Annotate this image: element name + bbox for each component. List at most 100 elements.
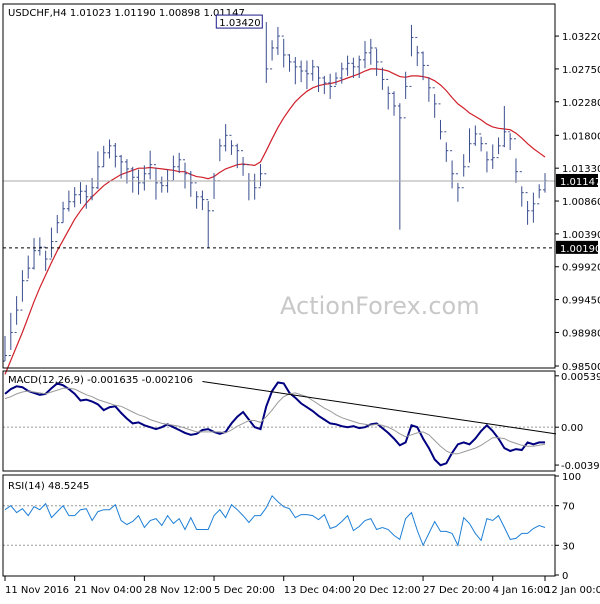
candle <box>55 215 60 243</box>
candle <box>519 171 524 207</box>
candle <box>252 173 257 200</box>
candle <box>543 173 547 193</box>
candle <box>8 312 13 357</box>
candle <box>275 26 280 55</box>
signal-line <box>4 387 546 455</box>
candle <box>142 165 147 191</box>
candle <box>473 125 478 146</box>
rsi-line <box>4 494 546 547</box>
price-y-tick-label: 1.00860 <box>562 197 600 208</box>
macd-panel: 0.005398 0.00 -0.003981 MACD(12,26,9) -0.0… <box>2 370 600 472</box>
x-tick-label: 4 Jan 16:00 <box>493 585 550 596</box>
candle <box>61 201 66 224</box>
x-tick-label: 12 Jan 00:00 <box>545 585 600 596</box>
candle <box>258 163 263 189</box>
macd-title: MACD(12,26,9) -0.001635 -0.002106 <box>8 375 193 386</box>
candle <box>107 139 112 159</box>
rsi-panel: 100 70 30 0 RSI(14) 48.5245 <box>2 472 581 582</box>
support-level-label: 1.00190 <box>560 244 600 255</box>
candle <box>467 128 472 168</box>
candle <box>287 54 292 72</box>
candle <box>490 144 495 169</box>
candle <box>496 137 501 159</box>
candle <box>66 190 71 212</box>
candle <box>531 192 536 223</box>
candle <box>148 150 153 180</box>
rsi-y-tick-label: 30 <box>562 541 575 552</box>
candle <box>241 150 246 176</box>
candle <box>316 66 321 92</box>
x-tick-label: 27 Dec 20:00 <box>423 585 490 596</box>
price-y-tick-label: 0.99450 <box>562 296 600 307</box>
candle <box>403 71 408 119</box>
macd-y-tick-label: 0.005398 <box>561 372 600 383</box>
candle <box>177 152 182 174</box>
candle <box>101 145 106 168</box>
time-x-axis: 11 Nov 2016 21 Nov 04:00 28 Nov 12:00 5 Dec… <box>4 576 600 596</box>
price-y-tick-label: 1.03220 <box>562 32 600 43</box>
candle <box>525 192 530 225</box>
candle <box>37 237 42 256</box>
moving-average-line <box>4 68 546 375</box>
candle <box>310 59 315 81</box>
price-y-tick-label: 1.02750 <box>562 65 600 76</box>
moving-average-series <box>4 68 546 375</box>
candle <box>363 40 367 69</box>
price-y-tick-label: 1.02280 <box>562 98 600 109</box>
chart-canvas: USDCHF,H4 1.01023 1.01190 1.00898 1.0114… <box>2 3 600 596</box>
x-tick-label: 21 Nov 04:00 <box>75 585 142 596</box>
candle <box>171 155 176 182</box>
candle <box>95 151 100 190</box>
candle <box>14 296 19 333</box>
high-label: 1.03420 <box>219 18 260 29</box>
price-chart-title: USDCHF,H4 1.01023 1.01190 1.00898 1.0114… <box>8 8 245 19</box>
rsi-grid <box>3 505 555 546</box>
price-y-axis: 1.03220 1.02750 1.02280 1.01800 1.01330 1.008… <box>555 32 600 373</box>
candle <box>461 154 466 189</box>
price-y-tick-label: 1.01800 <box>562 131 600 142</box>
rsi-y-tick-label: 100 <box>562 472 581 483</box>
candle <box>450 150 455 189</box>
price-panel: USDCHF,H4 1.01023 1.01190 1.00898 1.0114… <box>2 3 600 375</box>
price-y-tick-label: 0.98980 <box>562 328 600 339</box>
candle <box>368 38 373 65</box>
candle <box>409 24 414 87</box>
candle <box>392 91 397 116</box>
candle <box>113 143 118 168</box>
candle <box>421 51 426 81</box>
rsi-series-line <box>4 494 546 547</box>
price-y-tick-label: 0.99920 <box>562 263 600 274</box>
candle <box>32 238 37 270</box>
candle <box>299 60 304 83</box>
candle <box>537 184 542 205</box>
candle <box>43 246 48 271</box>
candle <box>374 47 379 76</box>
x-tick-label: 13 Dec 04:00 <box>284 585 351 596</box>
x-tick-label: 28 Nov 12:00 <box>144 585 211 596</box>
rsi-title: RSI(14) 48.5245 <box>8 481 89 492</box>
candle <box>484 143 489 173</box>
candle <box>345 55 350 76</box>
candle <box>386 78 391 110</box>
candle <box>426 64 431 102</box>
candle <box>502 105 507 148</box>
candle <box>183 159 187 189</box>
candle <box>438 103 443 140</box>
macd-y-axis: 0.005398 0.00 -0.003981 <box>555 372 600 472</box>
candle <box>26 255 31 282</box>
candle <box>455 173 460 202</box>
candle <box>397 103 402 230</box>
price-overlays: 1.03420 <box>3 14 555 249</box>
candle <box>415 36 420 67</box>
macd-y-tick-label: 0.00 <box>561 423 583 434</box>
candle <box>223 124 228 152</box>
candle <box>513 138 518 183</box>
rsi-y-axis: 100 70 30 0 <box>555 472 581 582</box>
candle <box>479 133 484 152</box>
candle <box>153 164 158 200</box>
candle <box>212 173 217 212</box>
candle <box>200 190 205 211</box>
candle <box>432 87 437 118</box>
price-y-tick-label: 1.01330 <box>562 164 600 175</box>
candle <box>229 134 234 155</box>
